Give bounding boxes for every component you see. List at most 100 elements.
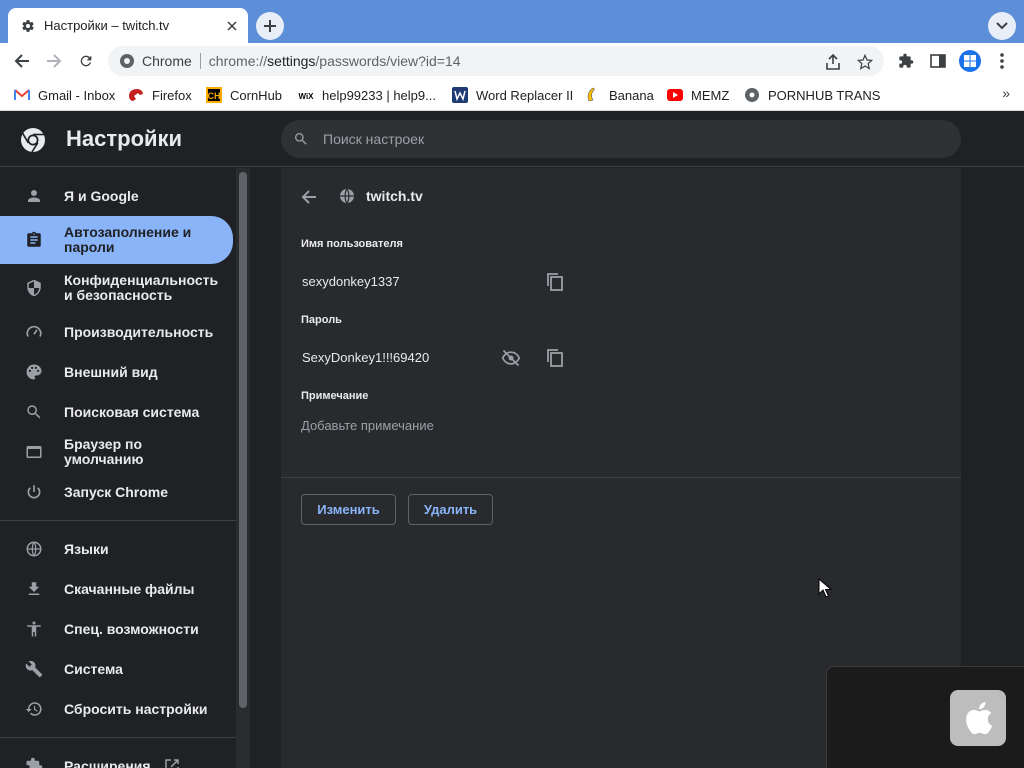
site-globe-icon — [338, 187, 356, 205]
sidebar-item-accessibility[interactable]: Спец. возможности — [0, 609, 233, 649]
sidebar-item-downloads[interactable]: Скачанные файлы — [0, 569, 233, 609]
address-bar[interactable]: Chrome chrome://settings/passwords/view?… — [108, 46, 884, 76]
apple-menu-button[interactable] — [950, 690, 1006, 746]
sidebar-item-label: Производительность — [64, 323, 214, 340]
sidebar-item-appearance[interactable]: Внешний вид — [0, 352, 233, 392]
url-text: chrome://settings/passwords/view?id=14 — [209, 53, 461, 69]
tab-close-icon[interactable] — [222, 16, 242, 36]
mouse-cursor-icon — [818, 578, 832, 598]
browser-icon — [24, 442, 44, 462]
copy-username-button[interactable] — [542, 269, 568, 295]
side-panel-button[interactable] — [924, 47, 952, 75]
screen: Настройки – twitch.tv Chrome chrome://se… — [0, 0, 1024, 768]
apple-logo-icon — [966, 702, 993, 735]
sidebar-item-default-browser[interactable]: Браузер по умолчанию — [0, 432, 233, 472]
firefox-icon — [128, 87, 144, 103]
copy-icon — [547, 349, 563, 367]
sidebar-item-label: Система — [64, 660, 123, 677]
copy-password-button[interactable] — [542, 345, 568, 371]
sidebar-item-autofill[interactable]: Автозаполнение и пароли — [0, 216, 233, 264]
bookmark-label: CornHub — [230, 87, 283, 103]
profile-button[interactable] — [956, 47, 984, 75]
password-label: Пароль — [301, 314, 342, 326]
tab-strip: Настройки – twitch.tv — [0, 0, 1024, 43]
sidebar-item-on-startup[interactable]: Запуск Chrome — [0, 472, 233, 512]
puzzle-icon — [899, 53, 914, 68]
bookmark-cornhub[interactable]: CH CornHub — [206, 85, 282, 105]
settings-search[interactable] — [281, 120, 961, 158]
search-icon — [24, 402, 44, 422]
note-label: Примечание — [301, 390, 369, 402]
bookmark-label: Gmail - Inbox — [38, 87, 116, 103]
word-replacer-icon — [452, 87, 468, 103]
forward-button[interactable] — [40, 47, 68, 75]
delete-button[interactable]: Удалить — [408, 494, 493, 525]
scrollbar-thumb[interactable] — [239, 172, 247, 708]
settings-header: Настройки — [0, 111, 1024, 167]
sidebar-item-label: Я и Google — [64, 187, 139, 204]
bookmarks-overflow-icon[interactable]: » — [1002, 85, 1010, 101]
new-tab-button[interactable] — [256, 12, 284, 40]
settings-search-input[interactable] — [323, 131, 883, 147]
sidebar-item-privacy[interactable]: Конфиденциальность и безопасность — [0, 268, 233, 308]
back-arrow-button[interactable] — [298, 186, 320, 208]
sidebar-item-label: Запуск Chrome — [64, 483, 169, 500]
sidebar-item-languages[interactable]: Языки — [0, 529, 233, 569]
copy-icon — [547, 273, 563, 291]
sidebar-item-label: Поисковая система — [64, 403, 200, 420]
tab-search-button[interactable] — [988, 12, 1016, 40]
bookmark-label: Firefox — [152, 87, 192, 103]
sidebar-scrollbar[interactable] — [236, 168, 250, 768]
sidebar-item-label: Внешний вид — [64, 363, 158, 380]
sidebar-item-system[interactable]: Система — [0, 649, 233, 689]
bookmark-gmail[interactable]: Gmail - Inbox — [14, 85, 115, 105]
settings-sidebar: Я и Google Автозаполнение и пароли Конфи… — [0, 168, 236, 768]
wrench-icon — [24, 659, 44, 679]
globe-icon — [744, 87, 760, 103]
speedometer-icon — [24, 322, 44, 342]
bookmark-banana[interactable]: Banana — [585, 85, 654, 105]
note-placeholder[interactable]: Добавьте примечание — [301, 418, 434, 433]
bookmark-pornhub-trans[interactable]: PORNHUB TRANS — [744, 85, 880, 105]
chrome-logo-icon — [21, 128, 45, 153]
sidebar-item-you-and-google[interactable]: Я и Google — [0, 176, 233, 216]
bookmark-firefox[interactable]: Firefox — [128, 85, 192, 105]
sidebar-item-search-engine[interactable]: Поисковая система — [0, 392, 233, 432]
bookmarks-bar: Gmail - Inbox Firefox CH CornHub WiX hel… — [0, 79, 1024, 111]
sidebar-item-label: Скачанные файлы — [64, 580, 195, 597]
chrome-menu-button[interactable] — [988, 47, 1016, 75]
back-button[interactable] — [8, 47, 36, 75]
tab-title: Настройки – twitch.tv — [44, 18, 170, 33]
sidebar-item-performance[interactable]: Производительность — [0, 312, 233, 352]
reload-button[interactable] — [72, 47, 100, 75]
bookmark-word-replacer[interactable]: Word Replacer II — [452, 85, 573, 105]
bookmark-label: Word Replacer II — [476, 87, 574, 103]
arrow-left-icon — [301, 190, 316, 204]
bookmark-memz[interactable]: MEMZ — [667, 85, 729, 105]
banana-icon — [585, 87, 601, 103]
download-icon — [24, 579, 44, 599]
sidebar-item-extensions[interactable]: Расширения — [0, 746, 233, 768]
bookmark-help99233[interactable]: WiX help99233 | help9... — [298, 85, 436, 105]
edit-button[interactable]: Изменить — [301, 494, 396, 525]
bookmark-label: PORNHUB TRANS — [768, 87, 881, 103]
share-icon[interactable] — [822, 51, 844, 73]
extensions-button[interactable] — [892, 47, 920, 75]
kebab-menu-icon — [1000, 53, 1004, 69]
settings-title: Настройки — [66, 126, 183, 151]
active-tab[interactable]: Настройки – twitch.tv — [8, 8, 248, 43]
bookmark-star-icon[interactable] — [854, 51, 876, 73]
arrow-left-icon — [14, 54, 29, 68]
omnibox-chip: Chrome — [142, 53, 192, 69]
sidebar-item-reset[interactable]: Сбросить настройки — [0, 689, 233, 729]
bookmark-label: MEMZ — [691, 87, 730, 103]
omnibox-actions — [822, 51, 876, 73]
globe-icon — [24, 539, 44, 559]
bookmark-label: Banana — [609, 87, 654, 103]
url-path: /passwords/view?id=14 — [315, 53, 461, 69]
puzzle-icon — [24, 756, 44, 768]
hide-password-button[interactable] — [498, 345, 524, 371]
svg-text:WiX: WiX — [298, 92, 314, 101]
site-name: twitch.tv — [366, 188, 423, 204]
sidebar-item-label: Спец. возможности — [64, 620, 199, 637]
